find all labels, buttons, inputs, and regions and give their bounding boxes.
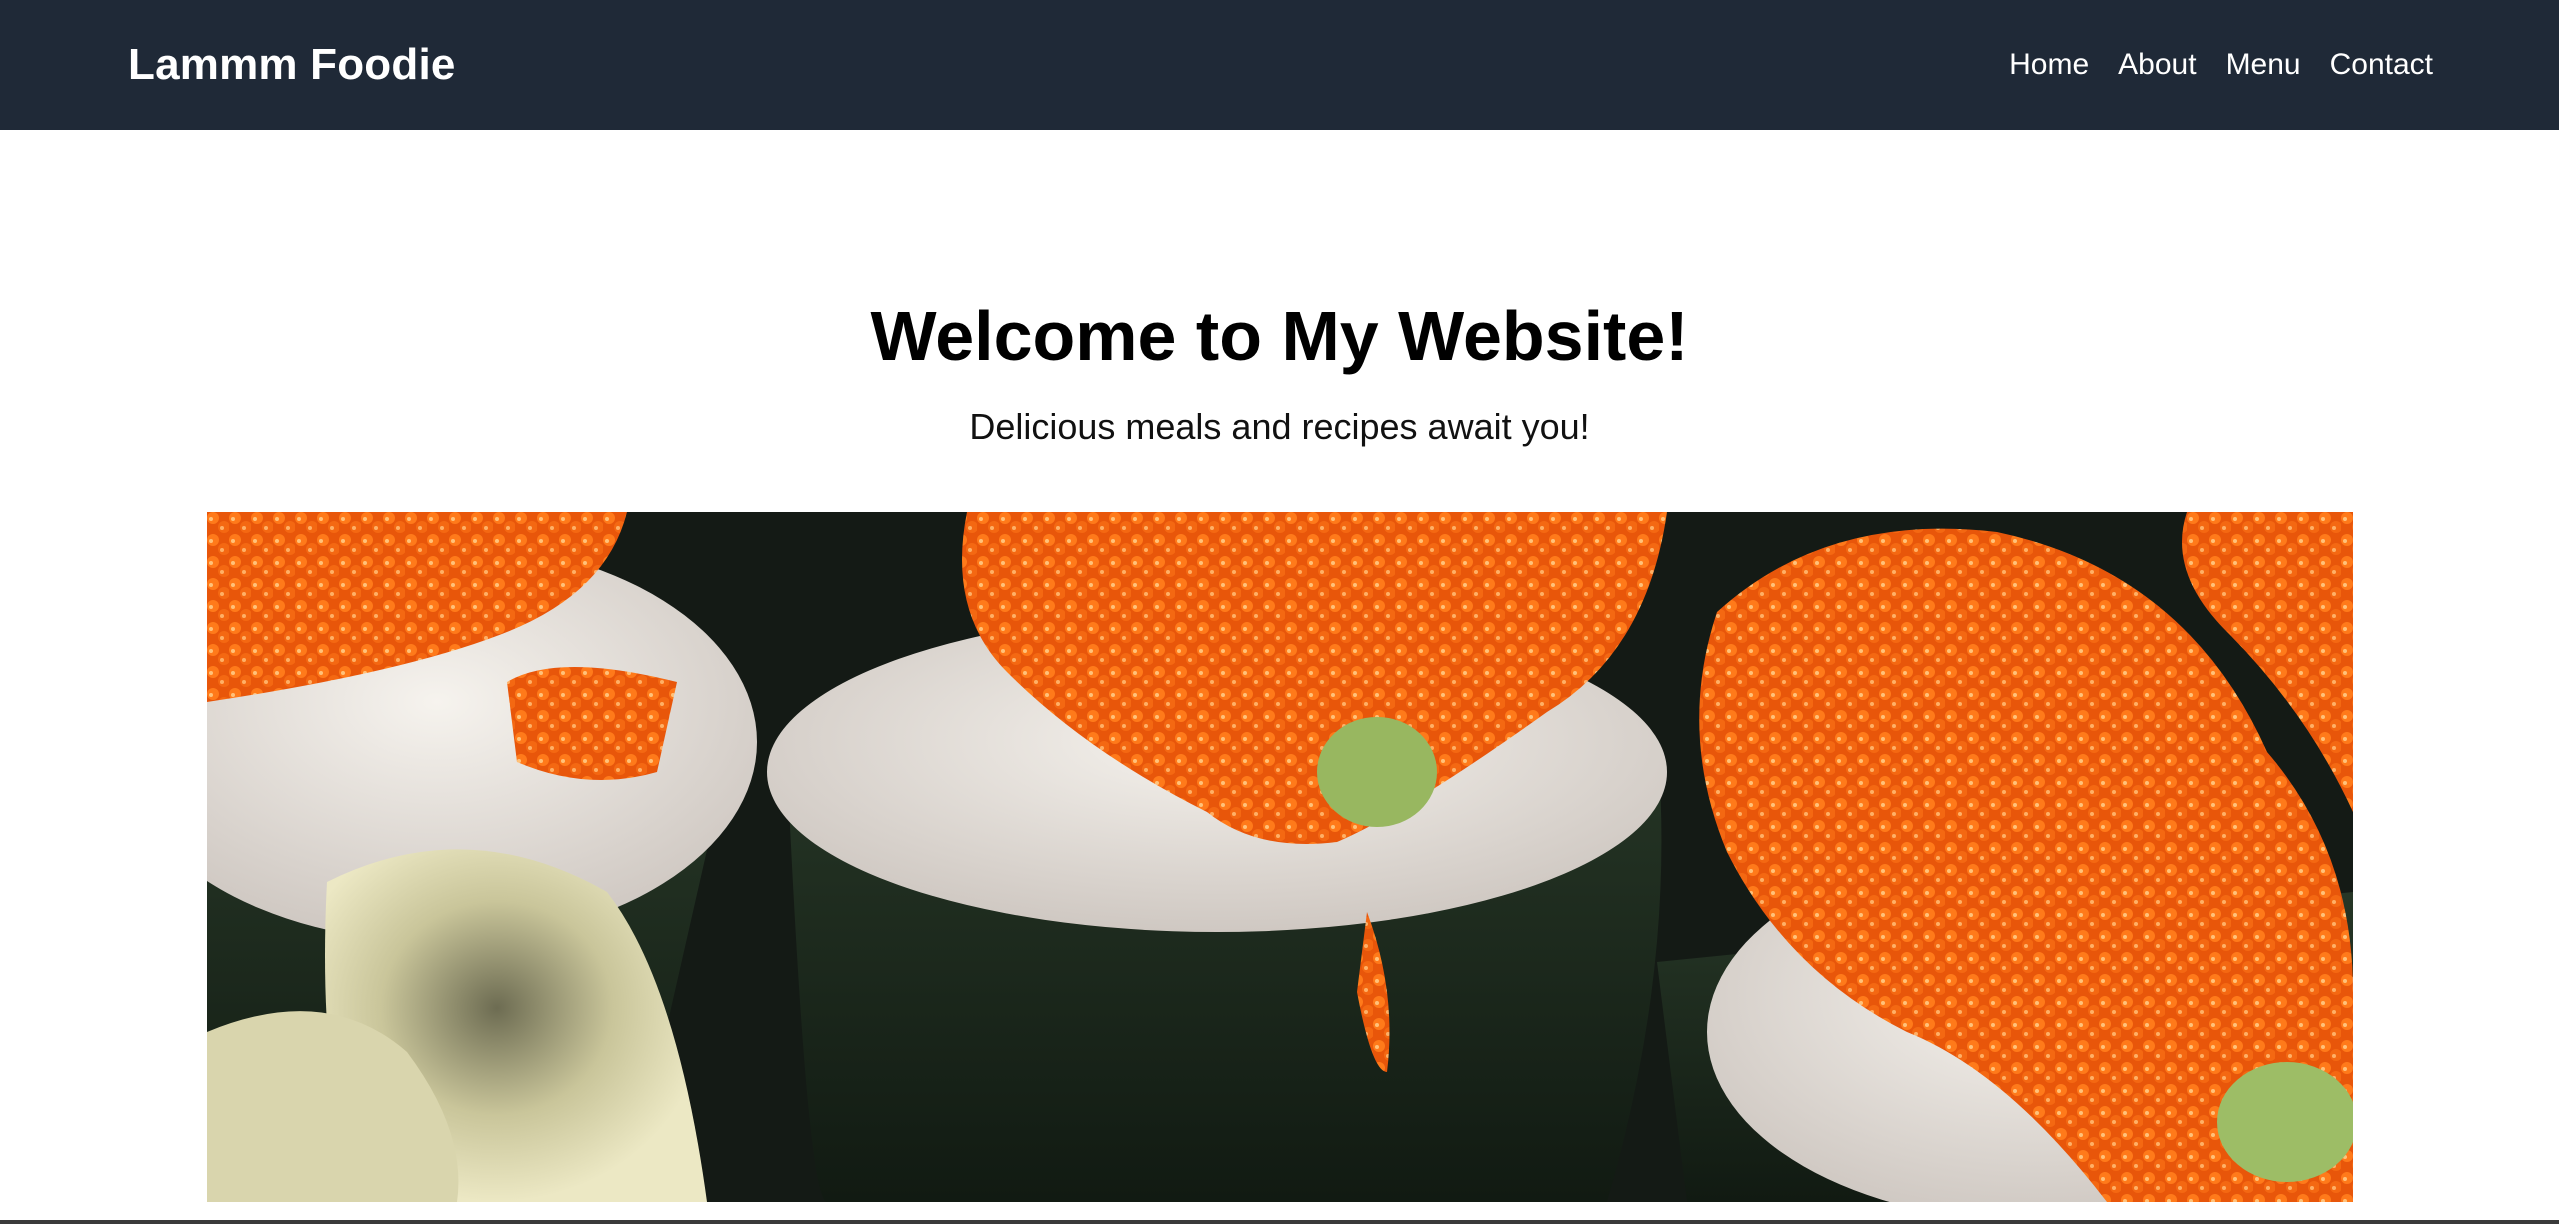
hero-title: Welcome to My Website! bbox=[870, 297, 1689, 375]
sushi-photo-illustration bbox=[207, 512, 2353, 1202]
nav-link-about[interactable]: About bbox=[2118, 48, 2196, 82]
nav-link-menu[interactable]: Menu bbox=[2226, 48, 2301, 82]
top-navbar: Lammm Foodie Home About Menu Contact bbox=[0, 0, 2559, 130]
brand-logo[interactable]: Lammm Foodie bbox=[128, 40, 456, 90]
nav-links: Home About Menu Contact bbox=[1980, 48, 2433, 82]
page-bottom-divider bbox=[0, 1220, 2559, 1224]
nav-link-contact[interactable]: Contact bbox=[2330, 48, 2433, 82]
sushi-hero-image bbox=[207, 512, 2353, 1202]
nav-link-home[interactable]: Home bbox=[2009, 48, 2089, 82]
hero-subtitle: Delicious meals and recipes await you! bbox=[969, 406, 1590, 447]
right-sushi-roll bbox=[1657, 512, 2353, 1202]
